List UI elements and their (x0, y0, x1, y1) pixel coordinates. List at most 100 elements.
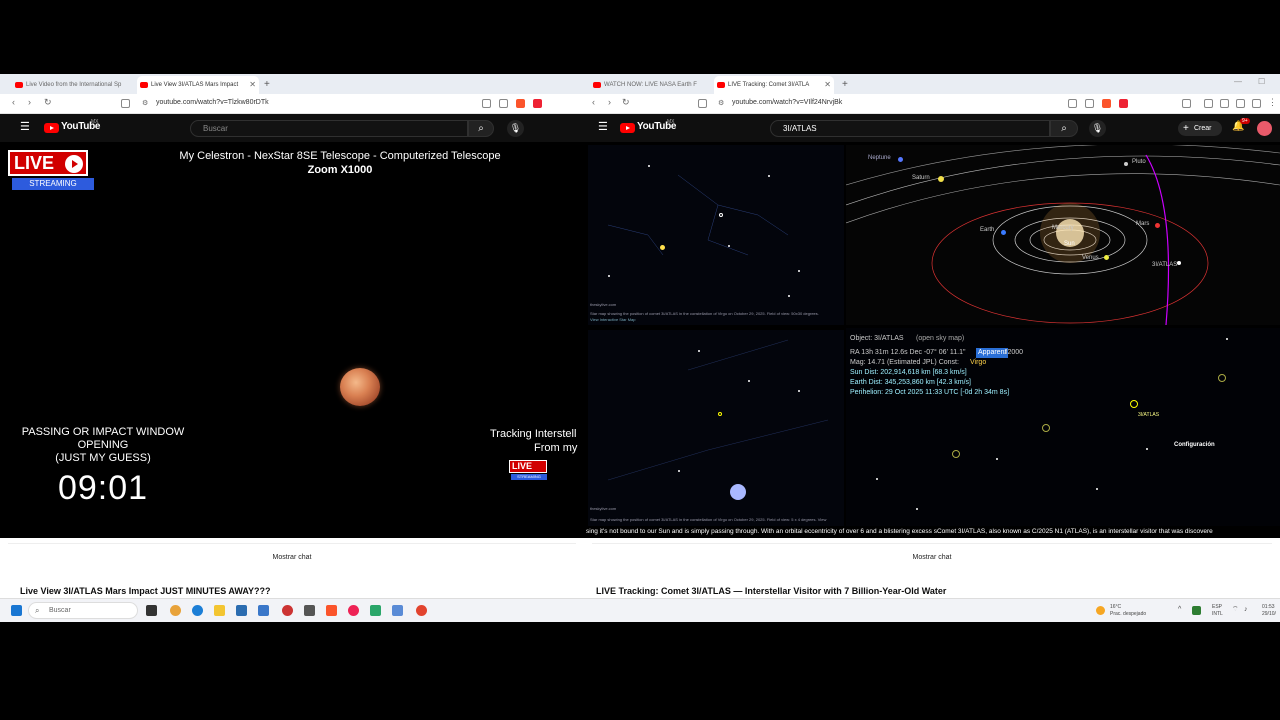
star (798, 390, 800, 392)
earth-distance: Earth Dist: 345,253,860 km [42.3 km/s] (850, 379, 972, 386)
close-tab-icon[interactable]: ✕ (824, 76, 831, 94)
tray-app-icon[interactable] (1192, 606, 1201, 615)
planet-label-comet: 3I/ATLAS (1152, 262, 1178, 268)
back-icon[interactable]: ‹ (592, 97, 595, 107)
mic-icon[interactable]: 🎙 (1089, 120, 1106, 137)
weather-temp: 16°C (1110, 604, 1122, 610)
create-button[interactable]: + Crear (1178, 121, 1222, 136)
brave-shield-icon[interactable] (516, 99, 525, 108)
edge-app-icon[interactable] (192, 605, 203, 616)
store-icon[interactable] (236, 605, 247, 616)
cast-icon[interactable] (1068, 99, 1077, 108)
logo-region: MX (667, 119, 675, 125)
file-explorer-icon[interactable] (214, 605, 225, 616)
menu-icon[interactable]: ☰ (598, 122, 608, 133)
windows-start-icon[interactable] (11, 605, 22, 616)
sheets-app-icon[interactable] (370, 605, 381, 616)
tab-nasa-earth[interactable]: WATCH NOW: LIVE NASA Earth F (590, 76, 710, 94)
sky-interactive-link[interactable]: View Interactive Star Map (590, 317, 636, 322)
site-info-icon[interactable]: ⚙ (718, 99, 724, 107)
menu-icon[interactable]: ☰ (20, 122, 30, 133)
chrome-red-icon[interactable] (416, 605, 427, 616)
star (798, 270, 800, 272)
search-input[interactable]: Buscar (190, 120, 468, 137)
reload-icon[interactable]: ↻ (44, 97, 52, 108)
rewards-icon[interactable] (533, 99, 542, 108)
search-icon: ⌕ (35, 606, 40, 615)
streaming-label: STREAMING (12, 178, 94, 190)
bookmark-icon[interactable] (698, 99, 707, 108)
planet-label-earth: Earth (980, 227, 995, 233)
search-icon[interactable]: ⌕ (1050, 120, 1078, 137)
maximize-icon[interactable]: ☐ (1258, 77, 1265, 86)
solar-system-orbit-view: Neptune Saturn Pluto Earth Mercury Mars … (846, 145, 1280, 325)
chrome-app-icon[interactable] (170, 605, 181, 616)
dell-app-icon[interactable] (304, 605, 315, 616)
search-input[interactable]: 3I/ATLAS (770, 120, 1050, 137)
photos-app-icon[interactable] (392, 605, 403, 616)
weather-desc: Prac. despejado (1110, 611, 1147, 617)
star (1146, 448, 1148, 450)
wifi-icon[interactable]: ⌔ (1232, 606, 1239, 613)
avatar[interactable] (1257, 121, 1272, 136)
close-tab-icon[interactable]: ✕ (249, 76, 256, 94)
media-app-icon[interactable] (282, 605, 293, 616)
neptune-dot (898, 157, 903, 162)
sidebar-icon[interactable] (1182, 99, 1191, 108)
new-tab-icon[interactable]: + (842, 76, 848, 94)
reload-icon[interactable]: ↻ (622, 97, 630, 108)
url-text[interactable]: youtube.com/watch?v=VIlf24NrvjBk (732, 99, 842, 106)
mail-icon[interactable] (258, 605, 269, 616)
volume-icon[interactable]: ♪ (1244, 606, 1248, 613)
extensions-icon[interactable] (1204, 99, 1213, 108)
youtube-logo[interactable]: YouTube MX (620, 119, 680, 134)
brave-shield-icon[interactable] (1102, 99, 1111, 108)
taskbar-search-input[interactable]: ⌕ Buscar (28, 602, 138, 619)
show-chat-button[interactable]: Mostrar chat (913, 554, 952, 561)
forward-icon[interactable]: › (28, 97, 31, 107)
downloads-icon[interactable] (1236, 99, 1245, 108)
mic-icon[interactable]: 🎙 (507, 120, 524, 137)
tab-mars-impact[interactable]: Live View 3I/ATLAS Mars Impact ✕ (137, 76, 259, 94)
task-view-icon[interactable] (146, 605, 157, 616)
wallet-icon[interactable] (1220, 99, 1229, 108)
tab-comet-tracking[interactable]: LIVE Tracking: Comet 3I/ATLA ✕ (714, 76, 834, 94)
music-app-icon[interactable] (348, 605, 359, 616)
share-icon[interactable] (499, 99, 508, 108)
star (768, 175, 770, 177)
left-video-player[interactable]: LIVE STREAMING My Celestron - NexStar 8S… (0, 142, 584, 538)
minimize-icon[interactable]: — (1234, 77, 1242, 86)
left-tabbar: Live Video from the International Sp Liv… (0, 74, 584, 94)
news-ticker: sing it's not bound to our Sun and is si… (584, 526, 1280, 538)
forward-icon[interactable]: › (608, 97, 611, 107)
back-icon[interactable]: ‹ (12, 97, 15, 107)
mars-planet (340, 368, 380, 406)
search-icon[interactable]: ⌕ (468, 120, 494, 137)
brave-app-icon[interactable] (326, 605, 337, 616)
config-label[interactable]: Configuración (1174, 440, 1215, 450)
weather-icon[interactable] (1096, 606, 1105, 615)
youtube-favicon-icon (717, 82, 725, 88)
rewards-icon[interactable] (1119, 99, 1128, 108)
show-chat-button[interactable]: Mostrar chat (273, 554, 312, 561)
browser-menu-icon[interactable]: ⋮ (1268, 97, 1277, 108)
tab-label: LIVE Tracking: Comet 3I/ATLA (728, 82, 810, 88)
right-below-player: Mostrar chat LIVE Tracking: Comet 3I/ATL… (584, 538, 1280, 598)
tray-chevron-icon[interactable]: ^ (1178, 606, 1181, 613)
cast-icon[interactable] (482, 99, 491, 108)
site-info-icon[interactable]: ⚙ (142, 99, 148, 107)
clock-time[interactable]: 01:53 (1262, 604, 1275, 611)
youtube-logo[interactable]: YouTube MX (44, 119, 104, 134)
open-sky-map-link[interactable]: (open sky map) (916, 334, 964, 344)
share-icon[interactable] (1085, 99, 1094, 108)
url-text[interactable]: youtube.com/watch?v=Tlzkw80rDTk (156, 99, 269, 106)
planet-label-mars: Mars (1136, 221, 1150, 227)
bookmark-icon[interactable] (121, 99, 130, 108)
divider (592, 543, 1272, 544)
new-tab-icon[interactable]: + (264, 76, 270, 94)
tab-iss-live[interactable]: Live Video from the International Sp (12, 76, 132, 94)
right-video-player[interactable]: theskylive.com Star map showing the posi… (584, 142, 1280, 538)
language-label[interactable]: ESP (1212, 604, 1222, 611)
profile-icon[interactable] (1252, 99, 1261, 108)
planet-label-pluto: Pluto (1132, 159, 1146, 165)
